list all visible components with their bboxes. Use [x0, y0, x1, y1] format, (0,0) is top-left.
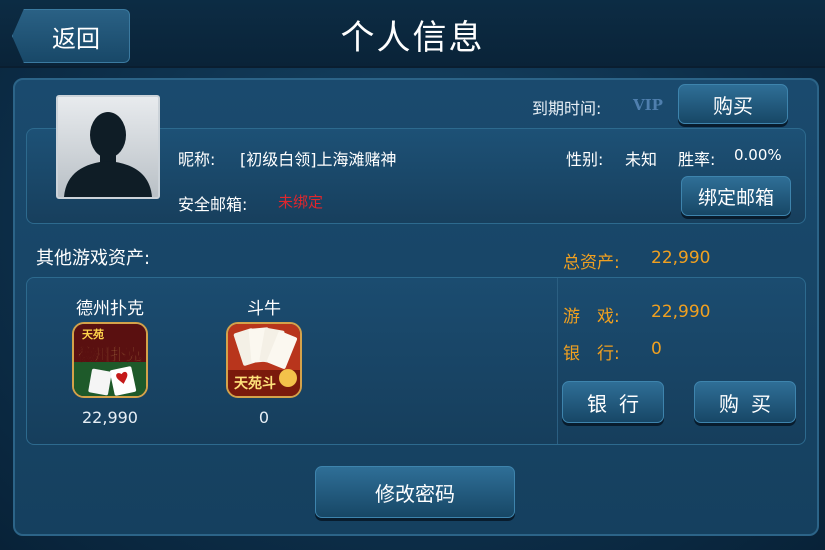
- total-assets-value: 22,990: [651, 248, 711, 268]
- win-rate-label: 胜率:: [678, 150, 716, 169]
- nickname-label: 昵称:: [178, 150, 216, 169]
- game-name-douniu: 斗牛: [247, 299, 281, 319]
- bank-button[interactable]: 银行: [562, 381, 664, 423]
- buy-coins-button[interactable]: 购买: [694, 381, 796, 423]
- expire-time-label: 到期时间:: [532, 99, 602, 118]
- other-assets-label: 其他游戏资产:: [36, 248, 151, 269]
- bank-coins-label: 银 行:: [563, 344, 620, 364]
- vip-badge: VIP: [633, 96, 663, 114]
- game-coins-label: 游 戏:: [563, 307, 620, 327]
- buy-vip-button[interactable]: 购买: [678, 84, 788, 124]
- svg-text:德州扑克: 德州扑克: [78, 345, 142, 364]
- page-title: 个人信息: [340, 18, 485, 58]
- security-email-label: 安全邮箱:: [178, 195, 248, 214]
- game-value-texas: 22,990: [82, 408, 138, 427]
- svg-text:天苑: 天苑: [82, 327, 104, 341]
- game-name-texas: 德州扑克: [76, 299, 144, 319]
- vertical-divider: [557, 278, 558, 444]
- nickname-value: [初级白领]上海滩赌神: [240, 150, 397, 169]
- game-value-douniu: 0: [258, 408, 270, 427]
- person-silhouette-icon: [64, 112, 152, 197]
- gender-value: 未知: [625, 150, 658, 169]
- game-coins-value: 22,990: [651, 302, 711, 322]
- douniu-icon[interactable]: 天苑斗: [226, 322, 302, 398]
- total-assets-label: 总资产:: [563, 253, 620, 273]
- bank-coins-value: 0: [651, 339, 662, 359]
- svg-text:天苑斗: 天苑斗: [234, 375, 276, 391]
- change-password-button[interactable]: 修改密码: [315, 466, 515, 518]
- bind-email-button[interactable]: 绑定邮箱: [681, 176, 791, 216]
- avatar: [56, 95, 160, 199]
- win-rate-value: 0.00%: [734, 146, 782, 164]
- texas-holdem-icon[interactable]: 天苑 德州扑克: [72, 322, 148, 398]
- security-email-status: 未绑定: [278, 193, 324, 211]
- gender-label: 性别:: [566, 150, 604, 169]
